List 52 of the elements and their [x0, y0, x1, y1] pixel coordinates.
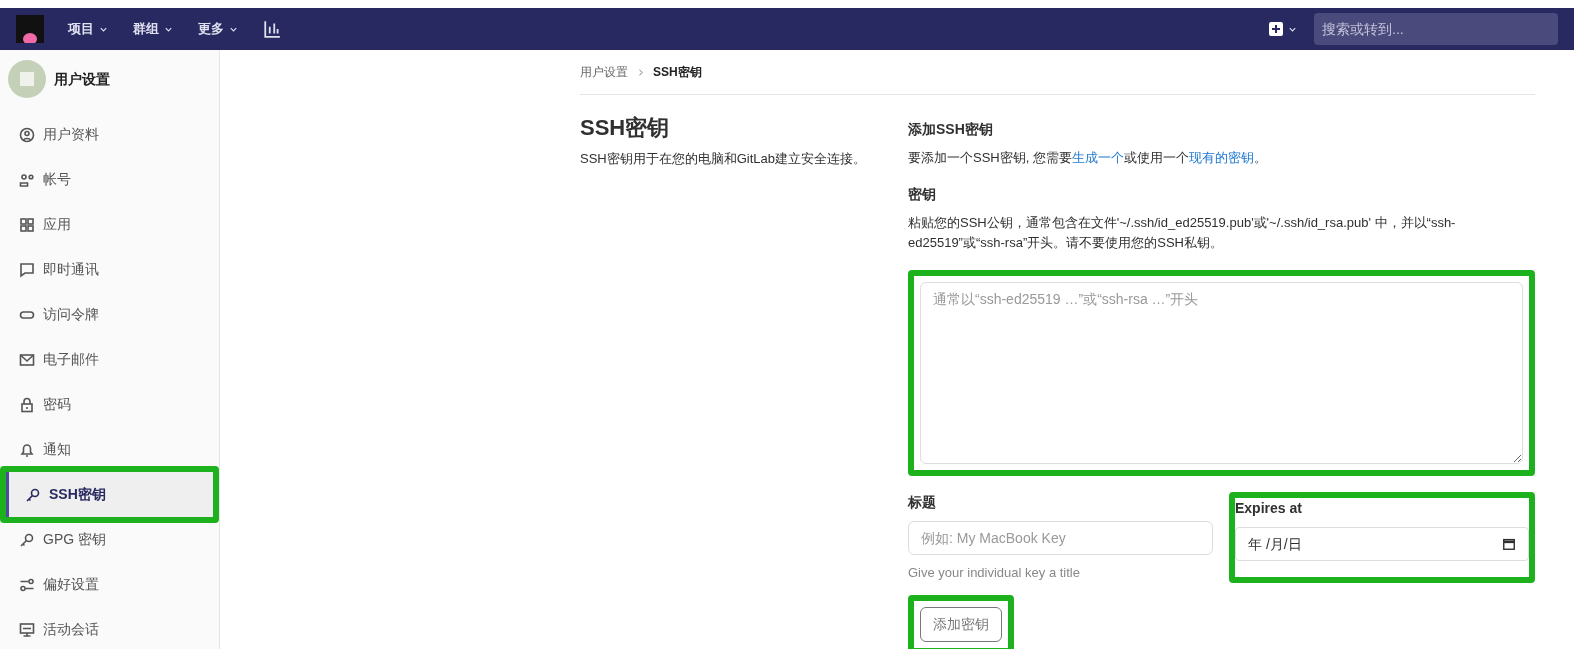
monitor-icon	[19, 621, 35, 638]
apps-icon	[19, 216, 35, 233]
account-icon	[19, 171, 35, 188]
sidebar-item[interactable]: 通知	[0, 427, 219, 472]
field-label: 标题	[908, 493, 937, 513]
avatar-icon	[8, 60, 46, 98]
plus-icon	[1269, 22, 1283, 36]
logo-icon[interactable]	[16, 15, 44, 43]
key-icon	[25, 486, 41, 503]
form-heading: 添加SSH密钥	[908, 120, 994, 139]
help-text: 要添加一个SSH密钥, 您需要生成一个或使用一个现有的密钥。	[908, 149, 1268, 167]
mail-icon	[19, 351, 35, 368]
sidebar-title: 用户设置	[54, 69, 110, 89]
nav-menu[interactable]: 群组	[133, 19, 174, 39]
sidebar-item[interactable]: SSH密钥	[6, 472, 213, 517]
calendar-icon	[1502, 537, 1516, 552]
sidebar-item[interactable]: 即时通讯	[0, 247, 219, 292]
prefs-icon	[19, 576, 35, 593]
field-hint: Give your individual key a title	[908, 564, 1081, 583]
chevron-icon	[636, 67, 645, 77]
nav-menu[interactable]: 更多	[198, 19, 239, 39]
help-link[interactable]: 生成一个	[1071, 150, 1124, 165]
sidebar-item[interactable]: 电子邮件	[0, 337, 219, 382]
sidebar-item[interactable]: 密码	[0, 382, 219, 427]
sidebar-item[interactable]: 应用	[0, 202, 219, 247]
sidebar-item[interactable]: 用户资料	[0, 112, 219, 157]
key-field[interactable]: 通常以“ssh-ed25519 …”或“ssh-rsa …”开头	[920, 282, 1523, 465]
search-field[interactable]: 搜索或转到...	[1314, 13, 1558, 45]
breadcrumb-link[interactable]: 用户设置	[580, 63, 628, 81]
bell-icon	[19, 441, 35, 458]
sidebar-item[interactable]: 访问令牌	[0, 292, 219, 337]
section-title: SSH密钥	[580, 115, 671, 142]
help-link[interactable]: 现有的密钥	[1188, 150, 1254, 165]
sidebar-item[interactable]: 偏好设置	[0, 562, 219, 607]
chat-icon	[19, 261, 35, 278]
field-description: 粘贴您的SSH公钥，通常包含在文件'~/.ssh/id_ed25519.pub'或'~/.ssh/id_rsa.pub' 中，并以“ssh-ed25519”或“ssh-rsa”开头。请不要使用您的SSH私钥。	[908, 213, 1457, 253]
key-icon	[19, 531, 35, 548]
date-value: 年 /月/日	[1248, 534, 1303, 554]
sidebar-item[interactable]: GPG 密钥	[0, 517, 219, 562]
new-menu[interactable]	[1269, 22, 1298, 36]
field-label: Expires at	[1235, 499, 1303, 519]
section-description: SSH密钥用于在您的电脑和GitLab建立安全连接。	[580, 150, 868, 169]
sidebar-item[interactable]: 活动会话	[0, 607, 219, 649]
lock-icon	[19, 396, 35, 413]
field-label: 密钥	[908, 184, 937, 204]
profile-icon	[19, 126, 35, 143]
date-field[interactable]: 年 /月/日	[1235, 527, 1529, 562]
nav-menu[interactable]: 项目	[68, 19, 109, 39]
breadcrumb-link[interactable]: SSH密钥	[653, 63, 702, 81]
sidebar-item[interactable]: 帐号	[0, 157, 219, 202]
title-field[interactable]: 例如: My MacBook Key	[908, 521, 1213, 556]
chart-icon	[263, 20, 281, 38]
